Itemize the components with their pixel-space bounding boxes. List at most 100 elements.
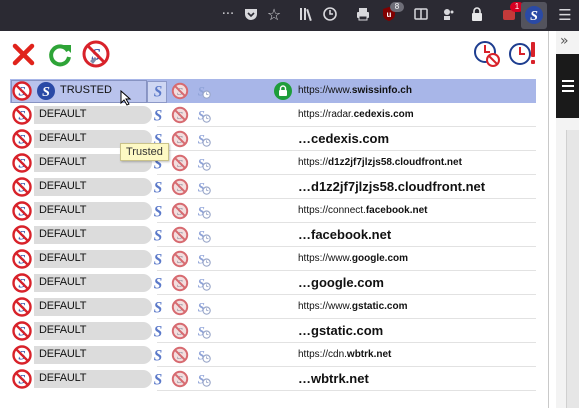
preset-label: DEFAULT bbox=[39, 252, 87, 264]
temp-trust-icon[interactable] bbox=[194, 250, 212, 268]
reload-button[interactable] bbox=[45, 39, 75, 69]
site-url: https://www.gstatic.com bbox=[298, 301, 407, 312]
url-domain: cedexis.com bbox=[311, 131, 390, 146]
temp-trust-icon[interactable] bbox=[194, 130, 212, 148]
trusted-s-icon[interactable] bbox=[149, 322, 167, 340]
url-domain: wbtrk.net bbox=[346, 349, 392, 360]
untrusted-preset-icon[interactable] bbox=[12, 321, 32, 341]
untrusted-preset-icon[interactable] bbox=[12, 273, 32, 293]
url-domain: facebook.net bbox=[365, 205, 428, 216]
temp-trust-icon[interactable] bbox=[194, 298, 212, 316]
close-button[interactable] bbox=[9, 39, 39, 69]
untrusted-option-icon[interactable] bbox=[171, 106, 189, 124]
site-url: …d1z2jf7jlzjs58.cloudfront.net bbox=[298, 179, 485, 194]
trusted-s-icon[interactable] bbox=[149, 202, 167, 220]
browser-toolbar: ··· ☆ u 8 1 ☰ bbox=[0, 0, 579, 31]
trusted-s-icon[interactable] bbox=[149, 226, 167, 244]
trusted-preset-icon[interactable] bbox=[36, 81, 56, 101]
history-icon[interactable] bbox=[321, 6, 339, 24]
untrusted-option-icon[interactable] bbox=[171, 250, 189, 268]
untrusted-option-icon[interactable] bbox=[171, 178, 189, 196]
trusted-s-icon[interactable] bbox=[149, 274, 167, 292]
temp-trust-icon[interactable] bbox=[194, 226, 212, 244]
revoke-temp-button[interactable] bbox=[472, 39, 502, 69]
untrusted-option-icon[interactable] bbox=[171, 226, 189, 244]
url-prefix: … bbox=[298, 179, 311, 194]
untrusted-option-icon[interactable] bbox=[171, 82, 189, 100]
temp-trust-icon[interactable] bbox=[194, 82, 212, 100]
untrusted-option-icon[interactable] bbox=[171, 274, 189, 292]
site-row: DEFAULT …gstatic.com bbox=[10, 319, 536, 343]
site-url: https://radar.cedexis.com bbox=[298, 109, 414, 120]
options-button[interactable]: S bbox=[81, 39, 111, 69]
svg-text:u: u bbox=[387, 10, 392, 19]
overflow-chevron-icon[interactable]: » bbox=[560, 33, 569, 49]
untrusted-option-icon[interactable] bbox=[171, 322, 189, 340]
notification-extension-icon[interactable]: 1 bbox=[500, 2, 524, 24]
page-scrollbar[interactable] bbox=[566, 130, 579, 408]
lock-extension-icon[interactable] bbox=[468, 6, 486, 24]
temp-trust-all-button[interactable] bbox=[507, 39, 537, 69]
page-menu-icon[interactable] bbox=[562, 80, 574, 92]
untrusted-preset-icon[interactable] bbox=[12, 297, 32, 317]
site-row: TRUSTED https://www.swissinfo.ch bbox=[10, 79, 536, 106]
reader-view-icon[interactable] bbox=[412, 6, 430, 24]
untrusted-preset-icon[interactable] bbox=[12, 177, 32, 197]
site-row: DEFAULT …wbtrk.net bbox=[10, 367, 536, 391]
temp-trust-icon[interactable] bbox=[194, 178, 212, 196]
temp-trust-icon[interactable] bbox=[194, 154, 212, 172]
temp-trust-icon[interactable] bbox=[194, 370, 212, 388]
site-row: DEFAULT …facebook.net bbox=[10, 223, 536, 247]
trusted-s-icon[interactable] bbox=[149, 370, 167, 388]
untrusted-option-icon[interactable] bbox=[171, 346, 189, 364]
untrusted-option-icon[interactable] bbox=[171, 202, 189, 220]
untrusted-preset-icon[interactable] bbox=[12, 225, 32, 245]
temp-trust-icon[interactable] bbox=[194, 202, 212, 220]
ublock-icon[interactable]: u 8 bbox=[380, 2, 404, 24]
url-prefix: … bbox=[298, 227, 311, 242]
untrusted-option-icon[interactable] bbox=[171, 370, 189, 388]
untrusted-preset-icon[interactable] bbox=[12, 153, 32, 173]
untrusted-option-icon[interactable] bbox=[171, 130, 189, 148]
site-url: https://cdn.wbtrk.net bbox=[298, 349, 391, 360]
untrusted-preset-icon[interactable] bbox=[12, 129, 32, 149]
trusted-tooltip: Trusted bbox=[120, 143, 169, 161]
untrusted-preset-icon[interactable] bbox=[12, 201, 32, 221]
site-list: TRUSTED https://www.swissinfo.ch DEFAULT ht… bbox=[10, 79, 536, 391]
untrusted-preset-icon[interactable] bbox=[12, 345, 32, 365]
preset-label: DEFAULT bbox=[39, 204, 87, 216]
trusted-s-icon[interactable] bbox=[149, 346, 167, 364]
site-url: …wbtrk.net bbox=[298, 371, 369, 386]
temp-trust-icon[interactable] bbox=[194, 274, 212, 292]
untrusted-option-icon[interactable] bbox=[171, 298, 189, 316]
trusted-s-icon[interactable] bbox=[149, 250, 167, 268]
trusted-s-icon[interactable] bbox=[149, 298, 167, 316]
trusted-s-icon[interactable] bbox=[149, 106, 167, 124]
noscript-toolbar-button[interactable] bbox=[521, 2, 547, 29]
print-icon[interactable] bbox=[354, 6, 372, 24]
preset-label: DEFAULT bbox=[39, 156, 87, 168]
trusted-s-icon[interactable] bbox=[149, 178, 167, 196]
firefox-menu-icon[interactable]: ☰ bbox=[556, 6, 574, 24]
site-row: DEFAULT https://www.gstatic.com bbox=[10, 295, 536, 319]
more-dots-icon[interactable]: ··· bbox=[219, 6, 237, 24]
url-prefix: https://www. bbox=[298, 85, 352, 96]
temp-trust-icon[interactable] bbox=[194, 346, 212, 364]
untrusted-preset-icon[interactable] bbox=[12, 81, 32, 101]
temp-trust-icon[interactable] bbox=[194, 322, 212, 340]
site-row: DEFAULT https://radar.cedexis.com bbox=[10, 103, 536, 127]
temp-trust-icon[interactable] bbox=[194, 106, 212, 124]
bookmark-star-icon[interactable]: ☆ bbox=[265, 6, 283, 24]
extension-icon[interactable] bbox=[440, 6, 458, 24]
untrusted-preset-icon[interactable] bbox=[12, 249, 32, 269]
pocket-icon[interactable] bbox=[242, 6, 260, 24]
custom-s-icon[interactable] bbox=[149, 82, 167, 100]
untrusted-option-icon[interactable] bbox=[171, 154, 189, 172]
url-prefix: https://cdn. bbox=[298, 349, 347, 360]
untrusted-preset-icon[interactable] bbox=[12, 105, 32, 125]
preset-label: DEFAULT bbox=[39, 324, 87, 336]
site-row: DEFAULT …google.com bbox=[10, 271, 536, 295]
library-icon[interactable] bbox=[297, 6, 315, 24]
untrusted-preset-icon[interactable] bbox=[12, 369, 32, 389]
red-x-icon bbox=[12, 43, 35, 66]
